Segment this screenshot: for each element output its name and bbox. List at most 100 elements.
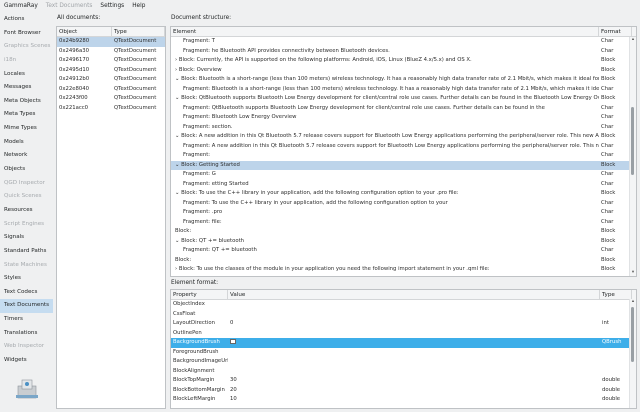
tree-item[interactable]: Fragment: Bluetooth is a short-range (le… <box>171 85 636 95</box>
property-value[interactable] <box>228 338 600 348</box>
table-row[interactable]: 0x24b9280 QTextDocument <box>57 37 165 47</box>
sidebar-item-resources[interactable]: Resources <box>0 204 53 218</box>
tree-item[interactable]: Fragment: T Char <box>171 37 636 47</box>
table-row[interactable]: CssFloat <box>171 310 636 320</box>
tree-item[interactable]: ⌄ Block: To use the C++ library in your … <box>171 189 636 199</box>
tree-item[interactable]: Fragment: Char <box>171 151 636 161</box>
sidebar-item-text-codecs[interactable]: Text Codecs <box>0 286 53 300</box>
sidebar-item-meta-types[interactable]: Meta Types <box>0 108 53 122</box>
color-swatch-icon[interactable] <box>230 339 236 344</box>
sidebar-item-locales[interactable]: Locales <box>0 68 53 82</box>
sidebar-item-objects[interactable]: Objects <box>0 163 53 177</box>
column-header-value[interactable]: Value <box>228 290 600 299</box>
table-row[interactable]: BlockBottomMargin 20 double <box>171 386 636 396</box>
sidebar-item-graphics-scenes[interactable]: Graphics Scenes <box>0 40 53 54</box>
table-row[interactable]: 0x221acc0 QTextDocument <box>57 104 165 114</box>
sidebar-item-models[interactable]: Models <box>0 136 53 150</box>
tree-item[interactable]: Fragment: file: Char <box>171 218 636 228</box>
format-scrollbar[interactable]: ▴ <box>629 299 636 408</box>
scrollbar-thumb[interactable] <box>631 107 634 175</box>
format-table[interactable]: Property Value Type ObjectIndex CssFloat L… <box>170 289 637 409</box>
structure-scrollbar[interactable]: ▴ ▾ <box>629 37 636 276</box>
table-row[interactable]: LayoutDirection 0 int <box>171 319 636 329</box>
structure-tree[interactable]: Element Format Fragment: T Char Fragment: … <box>170 26 637 277</box>
tree-item[interactable]: Block: Block <box>171 227 636 237</box>
column-header-format[interactable]: Format <box>599 27 632 36</box>
menu-help[interactable]: Help <box>132 3 145 9</box>
table-row[interactable]: OutlinePen <box>171 329 636 339</box>
property-value[interactable]: 30 <box>228 376 600 386</box>
tree-item[interactable]: Fragment: QtBluetooth supports Bluetooth… <box>171 104 636 114</box>
tree-item[interactable]: Fragment: A new addition in this Qt Blue… <box>171 142 636 152</box>
table-row[interactable]: ObjectIndex <box>171 300 636 310</box>
sidebar-item-styles[interactable]: Styles <box>0 272 53 286</box>
tree-item[interactable]: Fragment: To use the C++ library in your… <box>171 199 636 209</box>
table-row[interactable]: 0x22e8040 QTextDocument <box>57 85 165 95</box>
menu-gammaray[interactable]: GammaRay <box>4 3 38 9</box>
property-value[interactable] <box>228 310 600 320</box>
sidebar-item-mime-types[interactable]: Mime Types <box>0 122 53 136</box>
tree-item[interactable]: › Block: Overview Block <box>171 66 636 76</box>
table-row[interactable]: 0x2496170 QTextDocument <box>57 56 165 66</box>
column-header-element[interactable]: Element <box>171 27 599 36</box>
tree-item[interactable]: Fragment: Bluetooth Low Energy Overview C… <box>171 113 636 123</box>
column-header-property[interactable]: Property <box>171 290 228 299</box>
table-row[interactable]: ForegroundBrush <box>171 348 636 358</box>
table-row[interactable]: 0x24912b0 QTextDocument <box>57 75 165 85</box>
property-value[interactable] <box>228 329 600 339</box>
tree-item[interactable]: Fragment: QT += bluetooth Char <box>171 246 636 256</box>
tree-item[interactable]: Fragment: etting Started Char <box>171 180 636 190</box>
menu-settings[interactable]: Settings <box>100 3 124 9</box>
tree-item[interactable]: Fragment: section. Char <box>171 123 636 133</box>
tree-item[interactable]: ⌄ Block: QT += bluetooth Block <box>171 237 636 247</box>
scroll-up-arrow-icon[interactable]: ▴ <box>630 299 636 305</box>
sidebar-item-web-inspector[interactable]: Web Inspector <box>0 340 53 354</box>
sidebar-item-standard-paths[interactable]: Standard Paths <box>0 245 53 259</box>
table-row[interactable]: 0x2243f00 QTextDocument <box>57 94 165 104</box>
scroll-down-arrow-icon[interactable]: ▾ <box>630 270 636 276</box>
tree-item[interactable]: Fragment: he Bluetooth API provides conn… <box>171 47 636 57</box>
column-header-object[interactable]: Object <box>57 27 112 36</box>
sidebar-item-signals[interactable]: Signals <box>0 231 53 245</box>
sidebar-item-meta-objects[interactable]: Meta Objects <box>0 95 53 109</box>
property-value[interactable] <box>228 300 600 310</box>
table-row[interactable]: BackgroundImageUrl <box>171 357 636 367</box>
property-value[interactable]: 20 <box>228 386 600 396</box>
tree-item[interactable]: Fragment: G Char <box>171 170 636 180</box>
sidebar-item-network[interactable]: Network <box>0 149 53 163</box>
scroll-up-arrow-icon[interactable]: ▴ <box>630 37 636 43</box>
sidebar-item-script-engines[interactable]: Script Engines <box>0 218 53 232</box>
sidebar-item-state-machines[interactable]: State Machines <box>0 259 53 273</box>
property-value[interactable] <box>228 348 600 358</box>
tree-item[interactable]: ⌄ Block: Getting Started Block <box>171 160 636 170</box>
sidebar-item-timers[interactable]: Timers <box>0 313 53 327</box>
table-row[interactable]: BlockLeftMargin 10 double <box>171 395 636 405</box>
menu-text-documents[interactable]: Text Documents <box>46 3 93 9</box>
column-header-type[interactable]: Type <box>112 27 165 36</box>
property-value[interactable]: 0 <box>228 319 600 329</box>
property-value[interactable] <box>228 357 600 367</box>
table-row[interactable]: 0x2496a30 QTextDocument <box>57 47 165 57</box>
tree-item[interactable]: ⌄ Block: A new addition in this Qt Bluet… <box>171 132 636 142</box>
sidebar-item-messages[interactable]: Messages <box>0 81 53 95</box>
sidebar-item-qgd-inspector[interactable]: QGD Inspector <box>0 177 53 191</box>
sidebar-item-font-browser[interactable]: Font Browser <box>0 27 53 41</box>
property-value[interactable] <box>228 367 600 377</box>
table-row[interactable]: BlockTopMargin 30 double <box>171 376 636 386</box>
table-row[interactable]: BlockAlignment <box>171 367 636 377</box>
sidebar-item-text-documents[interactable]: Text Documents <box>0 299 53 314</box>
tree-item[interactable]: ⌄ Block: Bluetooth is a short-range (les… <box>171 75 636 85</box>
tree-item[interactable]: ⌄ Block: QtBluetooth supports Bluetooth … <box>171 94 636 104</box>
column-header-type[interactable]: Type <box>600 290 632 299</box>
scrollbar-thumb[interactable] <box>631 307 634 362</box>
sidebar-item-widgets[interactable]: Widgets <box>0 354 53 368</box>
tree-item[interactable]: › Block: To use the classes of the modul… <box>171 265 636 275</box>
table-row[interactable]: BackgroundBrush QBrush <box>171 338 636 348</box>
sidebar-item-translations[interactable]: Translations <box>0 327 53 341</box>
sidebar-item-actions[interactable]: Actions <box>0 13 53 27</box>
sidebar-item-quick-scenes[interactable]: Quick Scenes <box>0 190 53 204</box>
tree-item[interactable]: Fragment: .pro Char <box>171 208 636 218</box>
property-value[interactable]: 10 <box>228 395 600 405</box>
table-row[interactable]: 0x2495d10 QTextDocument <box>57 66 165 76</box>
tree-item[interactable]: › Block: Currently, the API is supported… <box>171 56 636 66</box>
